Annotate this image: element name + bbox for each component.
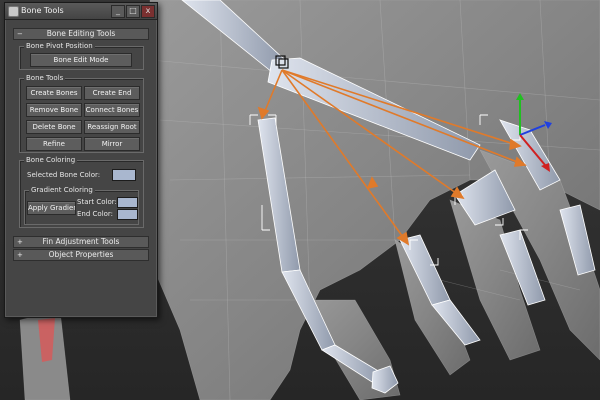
connect-bones-button[interactable]: Connect Bones — [84, 103, 140, 117]
selected-bone-color-label: Selected Bone Color: — [27, 171, 101, 179]
rollout-label: Object Properties — [48, 250, 114, 259]
reassign-root-button[interactable]: Reassign Root — [84, 120, 140, 134]
group-bone-pivot-position: Bone Pivot Position Bone Edit Mode — [19, 42, 144, 70]
hand-mesh[interactable] — [149, 0, 600, 400]
rollout-object-properties[interactable]: + Object Properties — [13, 249, 149, 261]
apply-gradient-button[interactable]: Apply Gradient — [27, 201, 76, 215]
maximize-icon[interactable]: □ — [126, 5, 140, 18]
title-bar[interactable]: Bone Tools _ □ x — [5, 3, 157, 20]
group-label: Bone Tools — [24, 74, 66, 82]
group-bone-tools: Bone Tools Create Bones Create End Remov… — [19, 74, 144, 153]
group-label: Gradient Coloring — [29, 186, 95, 194]
end-color-swatch[interactable] — [117, 209, 138, 220]
delete-bone-button[interactable]: Delete Bone — [26, 120, 82, 134]
rollout-bone-editing-tools[interactable]: − Bone Editing Tools — [13, 28, 149, 40]
rollout-fin-adjustment-tools[interactable]: + Fin Adjustment Tools — [13, 236, 149, 248]
create-bones-button[interactable]: Create Bones — [26, 86, 82, 100]
end-color-label: End Color: — [77, 210, 114, 218]
bone-edit-mode-button[interactable]: Bone Edit Mode — [30, 53, 132, 67]
refine-button[interactable]: Refine — [26, 137, 82, 151]
close-icon[interactable]: x — [141, 5, 155, 18]
bone-tools-window[interactable]: Bone Tools _ □ x − Bone Editing Tools Bo… — [4, 2, 158, 318]
selected-bone-color-swatch[interactable] — [112, 169, 136, 181]
start-color-label: Start Color: — [77, 198, 117, 206]
group-label: Bone Pivot Position — [24, 42, 95, 50]
minimize-icon[interactable]: _ — [111, 5, 125, 18]
bone-tools-icon — [8, 6, 19, 17]
group-bone-coloring: Bone Coloring Selected Bone Color: Gradi… — [19, 156, 144, 228]
group-gradient-coloring: Gradient Coloring Apply Gradient Start C… — [24, 186, 139, 225]
window-title: Bone Tools — [21, 6, 64, 15]
rollout-toggle-icon: − — [17, 30, 23, 38]
remove-bone-button[interactable]: Remove Bone — [26, 103, 82, 117]
rollout-toggle-icon: + — [17, 251, 23, 259]
rollout-toggle-icon: + — [17, 238, 23, 246]
group-label: Bone Coloring — [24, 156, 78, 164]
create-end-button[interactable]: Create End — [84, 86, 140, 100]
mirror-button[interactable]: Mirror — [84, 137, 140, 151]
start-color-swatch[interactable] — [117, 197, 138, 208]
rollout-label: Bone Editing Tools — [46, 29, 116, 38]
rollout-label: Fin Adjustment Tools — [42, 237, 120, 246]
